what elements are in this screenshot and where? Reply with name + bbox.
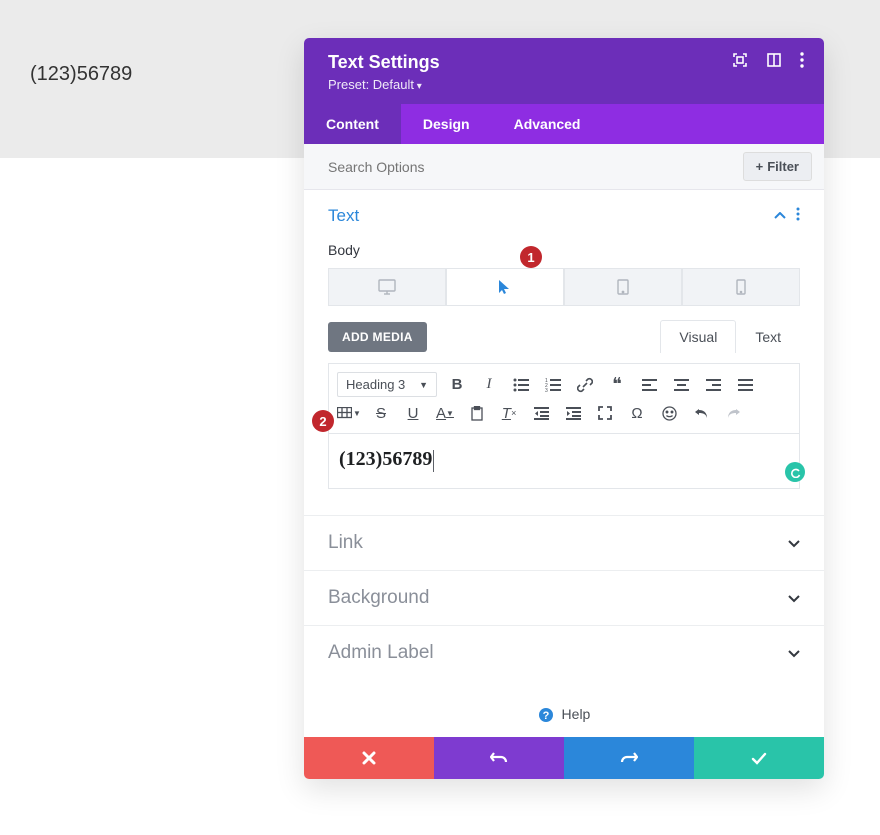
align-justify-icon[interactable] [733,373,757,397]
section-more-icon[interactable] [796,207,800,226]
responsive-hover[interactable] [446,268,564,306]
align-center-icon[interactable] [669,373,693,397]
tab-advanced[interactable]: Advanced [492,104,603,144]
quote-icon[interactable]: ❝ [605,373,629,397]
visual-tab[interactable]: Visual [660,320,736,353]
text-settings-modal: Text Settings Preset: Default Content De… [304,38,824,779]
chevron-up-icon [774,209,786,223]
help-link[interactable]: ? Help [304,680,824,737]
emoji-icon[interactable] [657,401,681,425]
cancel-button[interactable] [304,737,434,779]
filter-button[interactable]: +Filter [743,152,812,181]
text-tab[interactable]: Text [736,320,800,353]
columns-icon[interactable] [766,52,782,73]
editor-toolbar: Heading 3▼ B I 123 ❝ [328,363,800,433]
svg-text:?: ? [542,710,549,722]
tab-design[interactable]: Design [401,104,492,144]
outdent-icon[interactable] [529,401,553,425]
section-background-header[interactable]: Background [304,570,824,625]
modal-header: Text Settings Preset: Default [304,38,824,104]
undo-button[interactable] [434,737,564,779]
underline-icon[interactable]: U [401,401,425,425]
settings-tabs: Content Design Advanced [304,104,824,144]
section-admin-header[interactable]: Admin Label [304,625,824,680]
chevron-down-icon [788,591,800,606]
more-icon[interactable] [800,52,804,73]
chevron-down-icon [788,536,800,551]
responsive-tabs [304,268,824,320]
omega-icon[interactable]: Ω [625,401,649,425]
responsive-desktop[interactable] [328,268,446,306]
text-editor[interactable]: (123)56789 [328,433,800,489]
paste-icon[interactable] [465,401,489,425]
indent-icon[interactable] [561,401,585,425]
strikethrough-icon[interactable]: S [369,401,393,425]
page-preview-text: (123)56789 [30,63,132,85]
svg-text:3: 3 [545,388,548,392]
help-icon: ? [538,707,554,723]
tab-content[interactable]: Content [304,104,401,144]
search-input[interactable] [304,146,743,188]
preset-dropdown[interactable]: Preset: Default [328,77,804,92]
redo-tool-icon[interactable] [721,401,745,425]
bold-icon[interactable]: B [445,373,469,397]
focus-icon[interactable] [732,52,748,73]
format-select[interactable]: Heading 3▼ [337,372,437,397]
callout-1: 1 [520,246,542,268]
modal-title: Text Settings [328,52,440,73]
align-left-icon[interactable] [637,373,661,397]
body-label: Body [304,242,824,268]
callout-2: 2 [312,410,334,432]
grammarly-icon[interactable] [785,462,805,482]
align-right-icon[interactable] [701,373,725,397]
table-icon[interactable]: ▼ [337,401,361,425]
numbered-list-icon[interactable]: 123 [541,373,565,397]
redo-button[interactable] [564,737,694,779]
editor-content: (123)56789 [339,448,432,470]
undo-tool-icon[interactable] [689,401,713,425]
add-media-button[interactable]: ADD MEDIA [328,322,427,352]
bullet-list-icon[interactable] [509,373,533,397]
section-link-header[interactable]: Link [304,515,824,570]
section-text-header[interactable]: Text [304,190,824,242]
save-button[interactable] [694,737,824,779]
responsive-tablet[interactable] [564,268,682,306]
text-cursor [433,450,434,472]
italic-icon[interactable]: I [477,373,501,397]
fullscreen-icon[interactable] [593,401,617,425]
modal-footer [304,737,824,779]
link-icon[interactable] [573,373,597,397]
clear-format-icon[interactable]: T× [497,401,521,425]
search-row: +Filter [304,144,824,190]
text-color-icon[interactable]: A▼ [433,401,457,425]
chevron-down-icon [788,646,800,661]
responsive-phone[interactable] [682,268,800,306]
